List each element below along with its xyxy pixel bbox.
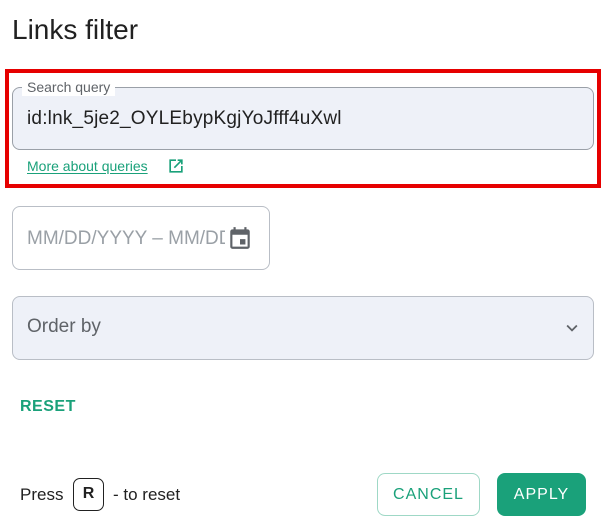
press-hint-text: Press — [20, 485, 64, 504]
cancel-button[interactable]: CANCEL — [377, 473, 480, 516]
highlight-box — [5, 69, 601, 188]
chevron-down-icon[interactable] — [561, 317, 583, 339]
dialog-title: Links filter — [12, 14, 139, 45]
calendar-icon[interactable] — [227, 225, 253, 251]
reset-button[interactable]: RESET — [20, 397, 76, 417]
apply-button[interactable]: APPLY — [497, 473, 586, 516]
to-reset-hint-text: - to reset — [113, 485, 181, 504]
date-range-placeholder: MM/DD/YYYY – MM/DD/YYYY — [27, 228, 225, 249]
order-by-label: Order by — [27, 316, 101, 337]
reset-key-badge: R — [73, 478, 104, 511]
